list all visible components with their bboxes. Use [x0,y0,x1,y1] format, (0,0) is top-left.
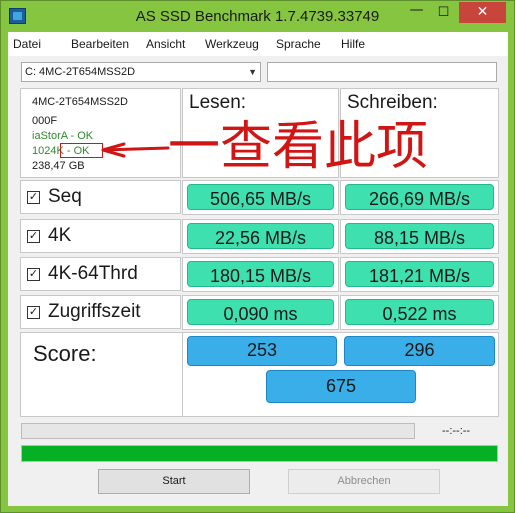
4k64-read-value: 180,15 MB/s [187,261,334,287]
driver-status: iaStorA - OK [32,130,94,142]
menu-werkzeug[interactable]: Werkzeug [205,37,259,51]
menu-ansicht[interactable]: Ansicht [146,37,185,51]
4k-read-cell: 22,56 MB/s [182,219,339,254]
drive-info-panel: 4MC-2T654MSS2D 000F iaStorA - OK 1024K -… [20,88,181,178]
test-row-4k[interactable]: ✓ 4K [20,219,181,253]
score-read: 253 [187,336,337,366]
4k-write-cell: 88,15 MB/s [340,219,499,254]
seq-write-cell: 266,69 MB/s [340,180,499,215]
test-row-seq[interactable]: ✓ Seq [20,180,181,214]
4k64-write-cell: 181,21 MB/s [340,257,499,292]
maximize-button[interactable]: ☐ [430,2,457,23]
score-label: Score: [33,341,97,366]
start-button[interactable]: Start [98,469,250,494]
read-header-label: Lesen: [189,92,247,113]
drive-extra-input[interactable] [267,62,497,82]
title-bar[interactable]: AS SSD Benchmark 1.7.4739.33749 — ☐ ✕ [1,1,514,32]
4k64-read-cell: 180,15 MB/s [182,257,339,292]
menu-datei[interactable]: Datei [13,37,41,51]
score-panel: Score: 253 296 675 [20,332,499,417]
drive-model: 4MC-2T654MSS2D [32,96,128,108]
4k-read-value: 22,56 MB/s [187,223,334,249]
menu-sprache[interactable]: Sprache [276,37,321,51]
4k64-write-value: 181,21 MB/s [345,261,494,287]
access-write-value: 0,522 ms [345,299,494,325]
drive-select[interactable]: C: 4MC-2T654MSS2D ▼ [21,62,261,82]
seq-label: Seq [48,186,82,207]
read-column-header: Lesen: [182,88,339,178]
drive-capacity: 238,47 GB [32,160,85,172]
drive-select-value: C: 4MC-2T654MSS2D [25,66,136,78]
elapsed-time: --:--:-- [442,425,471,437]
alignment-prefix: 1024 [32,145,57,157]
seq-read-value: 506,65 MB/s [187,184,334,210]
access-read-value: 0,090 ms [187,299,334,325]
score-total: 675 [266,370,416,403]
access-time-label: Zugriffszeit [48,301,141,322]
4k64-checkbox[interactable]: ✓ [27,268,40,281]
4k-checkbox[interactable]: ✓ [27,230,40,243]
test-row-4k64[interactable]: ✓ 4K-64Thrd [20,257,181,291]
menu-hilfe[interactable]: Hilfe [341,37,365,51]
overall-progress-bar [21,445,498,462]
seq-checkbox[interactable]: ✓ [27,191,40,204]
chevron-down-icon: ▼ [248,67,257,77]
cancel-button[interactable]: Abbrechen [288,469,440,494]
client-area: Datei Bearbeiten Ansicht Werkzeug Sprach… [8,32,508,506]
seq-read-cell: 506,65 MB/s [182,180,339,215]
4k-label: 4K [48,225,72,246]
close-button[interactable]: ✕ [459,2,506,23]
drive-firmware: 000F [32,115,58,127]
4k64-label: 4K-64Thrd [48,263,138,284]
score-write: 296 [344,336,495,366]
alignment-highlight-box [60,143,103,158]
write-header-label: Schreiben: [347,92,438,113]
test-progress-bar [21,423,415,439]
4k-write-value: 88,15 MB/s [345,223,494,249]
test-row-access-time[interactable]: ✓ Zugriffszeit [20,295,181,329]
access-read-cell: 0,090 ms [182,295,339,330]
menu-bearbeiten[interactable]: Bearbeiten [71,37,129,51]
overall-progress-fill [22,446,497,461]
menu-bar: Datei Bearbeiten Ansicht Werkzeug Sprach… [8,32,508,56]
access-time-checkbox[interactable]: ✓ [27,306,40,319]
access-write-cell: 0,522 ms [340,295,499,330]
minimize-button[interactable]: — [403,2,430,23]
write-column-header: Schreiben: [340,88,499,178]
seq-write-value: 266,69 MB/s [345,184,494,210]
score-divider [182,333,183,416]
app-window: AS SSD Benchmark 1.7.4739.33749 — ☐ ✕ Da… [0,0,515,513]
